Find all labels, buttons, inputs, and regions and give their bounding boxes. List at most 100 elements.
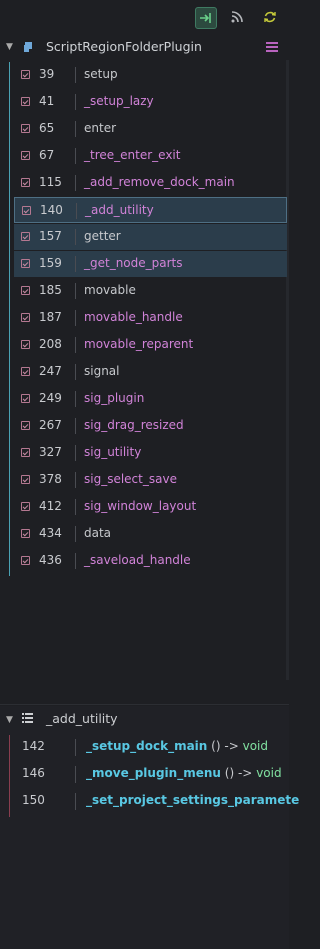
tree-row[interactable]: 208 movable_reparent	[14, 332, 287, 358]
row-separator	[75, 553, 76, 569]
function-name: _set_project_settings_paramete	[86, 793, 300, 807]
line-number: 157	[39, 229, 62, 243]
line-number: 434	[39, 526, 62, 540]
region-name: data	[84, 526, 112, 540]
collapse-arrow-icon[interactable]: ▼	[6, 715, 13, 725]
function-signature: _setup_dock_main () -> void	[86, 739, 268, 753]
panel-divider[interactable]	[0, 704, 289, 705]
row-separator	[75, 67, 76, 83]
tree-row[interactable]: 434 data	[14, 521, 287, 547]
line-number: 412	[39, 499, 62, 513]
tree-title[interactable]: ScriptRegionFolderPlugin	[46, 39, 202, 54]
refresh-icon	[264, 11, 276, 23]
tree-row[interactable]: 65 enter	[14, 116, 287, 142]
line-number: 378	[39, 472, 62, 486]
enter-button[interactable]	[195, 7, 217, 29]
return-type: void	[242, 739, 268, 753]
refresh-button[interactable]	[260, 7, 282, 29]
region-checkbox-icon[interactable]	[21, 124, 30, 133]
menu-icon[interactable]	[266, 42, 278, 52]
region-checkbox-icon[interactable]	[21, 151, 30, 160]
region-checkbox-icon[interactable]	[21, 448, 30, 457]
line-number: 187	[39, 310, 62, 324]
line-number: 142	[22, 739, 45, 753]
region-checkbox-icon[interactable]	[21, 232, 30, 241]
region-checkbox-icon[interactable]	[21, 556, 30, 565]
region-name: setup	[84, 67, 118, 81]
region-checkbox-icon[interactable]	[21, 259, 30, 268]
region-checkbox-icon[interactable]	[21, 286, 30, 295]
function-name: _move_plugin_menu	[86, 766, 221, 780]
tree-row[interactable]: 267 sig_drag_resized	[14, 413, 287, 439]
tree-row[interactable]: 436 _saveload_handle	[14, 548, 287, 574]
row-separator	[75, 739, 76, 756]
row-separator	[75, 256, 76, 272]
region-name: getter	[84, 229, 121, 243]
region-name: sig_drag_resized	[84, 418, 184, 432]
row-separator	[75, 283, 76, 299]
region-name: sig_select_save	[84, 472, 177, 486]
outline-row[interactable]: 146 _move_plugin_menu () -> void	[14, 761, 289, 788]
region-name: _get_node_parts	[84, 256, 183, 270]
line-number: 150	[22, 793, 45, 807]
region-checkbox-icon[interactable]	[21, 313, 30, 322]
region-checkbox-icon[interactable]	[21, 529, 30, 538]
collapse-arrow-icon[interactable]: ▼	[6, 42, 13, 52]
tree-row[interactable]: 115 _add_remove_dock_main	[14, 170, 287, 196]
line-number: 115	[39, 175, 62, 189]
region-checkbox-icon[interactable]	[22, 206, 31, 215]
tree-row[interactable]: 187 movable_handle	[14, 305, 287, 331]
top-toolbar	[0, 0, 289, 34]
region-checkbox-icon[interactable]	[21, 340, 30, 349]
tree-row[interactable]: 159 _get_node_parts	[14, 251, 287, 277]
region-checkbox-icon[interactable]	[21, 178, 30, 187]
tree-row[interactable]: 412 sig_window_layout	[14, 494, 287, 520]
row-separator	[75, 418, 76, 434]
outline-row[interactable]: 142 _setup_dock_main () -> void	[14, 734, 289, 761]
tree-row[interactable]: 378 sig_select_save	[14, 467, 287, 493]
region-checkbox-icon[interactable]	[21, 97, 30, 106]
region-checkbox-icon[interactable]	[21, 394, 30, 403]
region-name: _tree_enter_exit	[84, 148, 181, 162]
region-name: movable	[84, 283, 136, 297]
region-checkbox-icon[interactable]	[21, 70, 30, 79]
tree-row[interactable]: 327 sig_utility	[14, 440, 287, 466]
tree-row[interactable]: 67 _tree_enter_exit	[14, 143, 287, 169]
return-arrow: ->	[224, 739, 239, 753]
row-separator	[75, 310, 76, 326]
line-number: 247	[39, 364, 62, 378]
row-separator	[75, 337, 76, 353]
row-separator	[75, 793, 76, 810]
tree-guide-line	[9, 62, 10, 576]
tree-row[interactable]: 140 _add_utility	[14, 197, 287, 223]
row-separator	[75, 364, 76, 380]
line-number: 185	[39, 283, 62, 297]
tree-row[interactable]: 249 sig_plugin	[14, 386, 287, 412]
region-name: sig_plugin	[84, 391, 145, 405]
region-name: _saveload_handle	[84, 553, 191, 567]
return-type: void	[256, 766, 282, 780]
region-name: sig_utility	[84, 445, 142, 459]
line-number: 65	[39, 121, 55, 135]
region-checkbox-icon[interactable]	[21, 502, 30, 511]
line-number: 146	[22, 766, 45, 780]
tree-row[interactable]: 185 movable	[14, 278, 287, 304]
tree-row[interactable]: 39 setup	[14, 62, 287, 88]
line-number: 39	[39, 67, 55, 81]
region-name: _add_utility	[85, 203, 154, 217]
outline-row[interactable]: 150 _set_project_settings_paramete	[14, 788, 299, 815]
region-checkbox-icon[interactable]	[21, 421, 30, 430]
function-params: ()	[211, 739, 221, 753]
region-checkbox-icon[interactable]	[21, 475, 30, 484]
line-number: 67	[39, 148, 55, 162]
line-number: 41	[39, 94, 55, 108]
feed-button[interactable]	[227, 7, 249, 29]
tree-row[interactable]: 41 _setup_lazy	[14, 89, 287, 115]
row-separator	[75, 766, 76, 783]
tree-row[interactable]: 157 getter	[14, 224, 287, 250]
tree-row[interactable]: 247 signal	[14, 359, 287, 385]
line-number: 249	[39, 391, 62, 405]
region-name: movable_reparent	[84, 337, 194, 351]
function-signature: _move_plugin_menu () -> void	[86, 766, 282, 780]
region-checkbox-icon[interactable]	[21, 367, 30, 376]
